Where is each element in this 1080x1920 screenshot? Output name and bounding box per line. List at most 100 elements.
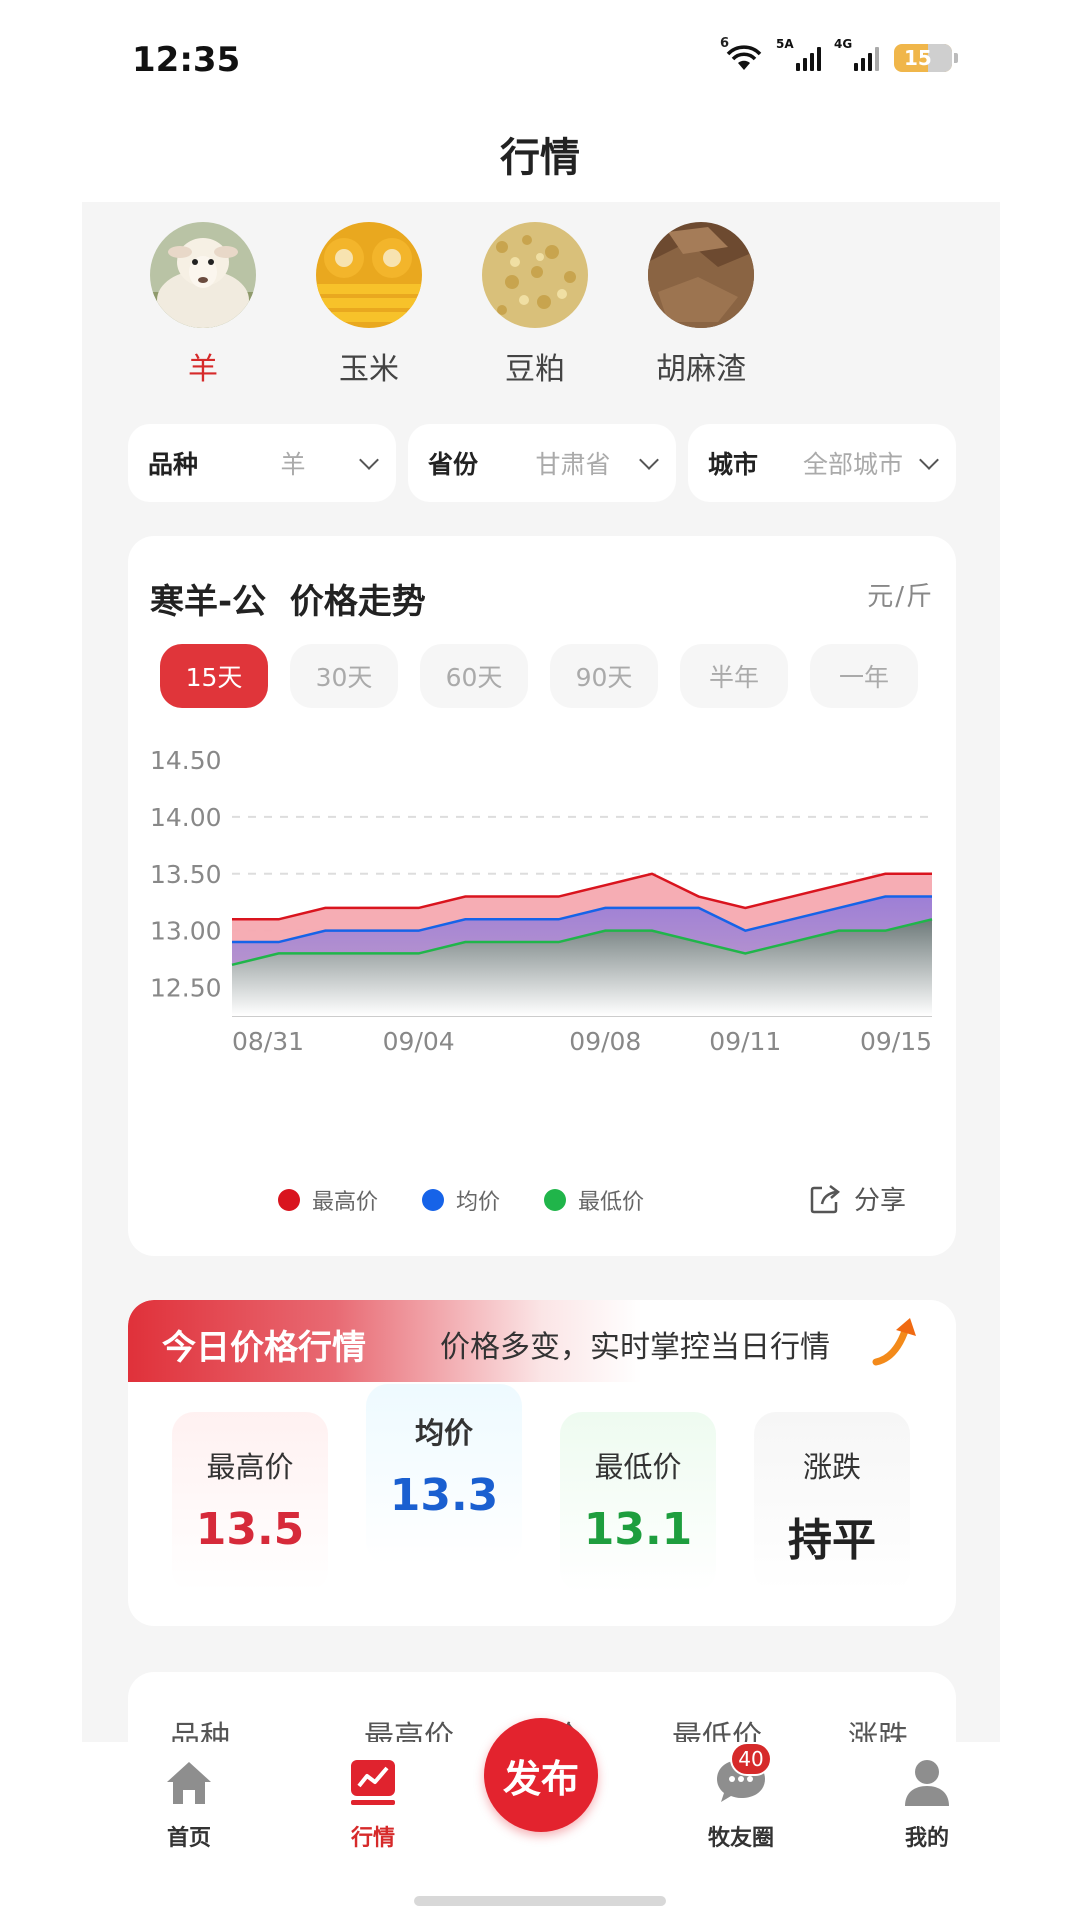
chevron-down-icon (919, 450, 939, 470)
sim1-label: 5A (776, 37, 794, 51)
category-flax-cake[interactable]: 胡麻渣 (648, 222, 754, 388)
person-icon (905, 1760, 949, 1806)
trend-up-arrow-icon (872, 1318, 916, 1366)
legend-item-low: 最低价 (544, 1184, 644, 1216)
category-row: 羊 玉米 豆粕 胡麻渣 (150, 222, 754, 388)
soybean-meal-photo (482, 222, 588, 328)
range-tabs: 15天 30天 60天 90天 半年 一年 (160, 644, 918, 708)
stat-high: 最高价 13.5 (172, 1412, 328, 1592)
filter-bar: 品种 羊 省份 甘肃省 城市 全部城市 (128, 424, 956, 502)
range-tab-30d[interactable]: 30天 (290, 644, 398, 708)
market-chart-icon (351, 1760, 395, 1805)
stat-label: 最高价 (206, 1450, 294, 1484)
filter-key: 城市 (708, 450, 759, 479)
filter-city-dropdown[interactable]: 城市 全部城市 (688, 424, 956, 502)
legend-dot (422, 1189, 445, 1211)
filter-province-dropdown[interactable]: 省份 甘肃省 (408, 424, 676, 502)
legend-item-avg: 均价 (422, 1184, 500, 1216)
stat-value: 13.5 (195, 1504, 305, 1555)
x-tick-label: 09/15 (860, 1027, 932, 1056)
corn-photo (316, 222, 422, 328)
range-tab-half-year[interactable]: 半年 (680, 644, 788, 708)
range-tab-60d[interactable]: 60天 (420, 644, 528, 708)
price-trend-chart: 14.50 14.00 13.50 13.00 12.50 08/31 09/04 09/08… (150, 746, 933, 1056)
chart-legend: 最高价 均价 最低价 (278, 1184, 644, 1216)
legend-dot (278, 1189, 300, 1211)
category-label: 羊 (188, 352, 218, 387)
filter-key: 省份 (428, 450, 479, 479)
stat-label: 最低价 (594, 1450, 682, 1484)
notification-badge: 40 (730, 1742, 772, 1776)
filter-key: 品种 (148, 450, 199, 479)
category-soybean-meal[interactable]: 豆粕 (482, 222, 588, 388)
legend-label: 最低价 (578, 1190, 645, 1215)
category-sheep[interactable]: 羊 (150, 222, 256, 388)
wifi-label: 6 (720, 36, 730, 51)
stat-value: 13.1 (583, 1504, 693, 1555)
range-tab-90d[interactable]: 90天 (550, 644, 658, 708)
stat-value: 持平 (788, 1515, 876, 1566)
chevron-down-icon (639, 450, 659, 470)
y-tick-label: 12.50 (150, 974, 222, 1003)
filter-variety-dropdown[interactable]: 品种 羊 (128, 424, 396, 502)
today-subtitle: 价格多变，实时掌控当日行情 (440, 1330, 830, 1365)
share-label: 分享 (853, 1186, 906, 1216)
legend-label: 均价 (456, 1190, 501, 1215)
wifi-icon: 6 (720, 36, 764, 72)
category-label: 豆粕 (505, 352, 565, 387)
battery-icon: 15 (894, 44, 958, 72)
range-tab-one-year[interactable]: 一年 (810, 644, 918, 708)
x-tick-label: 09/04 (383, 1027, 455, 1056)
home-icon (167, 1762, 211, 1804)
stat-label: 均价 (414, 1416, 473, 1450)
category-label: 胡麻渣 (656, 352, 746, 387)
today-price-card: 今日价格行情 价格多变，实时掌控当日行情 最高价 13.5 均价 13.3 最低… (128, 1300, 956, 1626)
x-tick-label: 08/31 (232, 1027, 304, 1056)
page-title: 行情 (500, 135, 580, 181)
signal-5a-icon: 5A (776, 37, 822, 71)
legend-item-high: 最高价 (278, 1184, 378, 1216)
tab-label: 牧友圈 (707, 1826, 774, 1851)
publish-button[interactable]: 发布 (484, 1718, 598, 1832)
category-corn[interactable]: 玉米 (316, 222, 422, 388)
stat-label: 涨跌 (802, 1450, 861, 1484)
y-tick-label: 14.50 (150, 746, 222, 775)
legend-dot (544, 1189, 567, 1211)
x-tick-label: 09/08 (569, 1027, 641, 1056)
filter-value: 羊 (280, 450, 306, 479)
tab-market[interactable]: 行情 (308, 1756, 438, 1852)
tab-label: 首页 (166, 1826, 211, 1851)
chevron-down-icon (359, 450, 379, 470)
flax-cake-photo (648, 222, 754, 328)
y-tick-label: 14.00 (150, 803, 222, 832)
sheep-photo (150, 222, 256, 328)
share-icon (810, 1184, 840, 1213)
tab-mine[interactable]: 我的 (862, 1756, 992, 1852)
chart-title: 寒羊-公 价格走势 (150, 582, 426, 622)
chart-unit: 元/斤 (867, 582, 934, 612)
range-tab-15d[interactable]: 15天 (160, 644, 268, 708)
status-bar: 12:35 6 5A 4G 15 (0, 0, 1080, 120)
y-tick-label: 13.00 (150, 917, 222, 946)
filter-value: 全部城市 (802, 450, 903, 479)
battery-level: 15 (904, 46, 932, 70)
stat-avg: 均价 13.3 (366, 1384, 522, 1564)
tab-home[interactable]: 首页 (124, 1756, 254, 1852)
sim2-label: 4G (834, 37, 853, 51)
share-button[interactable]: 分享 (808, 1180, 906, 1217)
stat-change: 涨跌 持平 (754, 1412, 910, 1592)
legend-label: 最高价 (312, 1190, 379, 1215)
signal-4g-icon: 4G (834, 37, 880, 71)
category-label: 玉米 (339, 352, 399, 387)
today-title: 今日价格行情 (162, 1328, 366, 1368)
tab-label: 行情 (350, 1826, 395, 1851)
home-indicator[interactable] (414, 1896, 666, 1906)
y-tick-label: 13.50 (150, 860, 222, 889)
stat-value: 13.3 (389, 1470, 499, 1521)
price-trend-card: 寒羊-公 价格走势 元/斤 15天 30天 60天 90天 半年 一年 14.5… (128, 536, 956, 1256)
x-tick-label: 09/11 (709, 1027, 781, 1056)
status-icons: 6 5A 4G 15 (720, 36, 958, 72)
filter-value: 甘肃省 (535, 450, 611, 479)
tab-label: 我的 (904, 1826, 949, 1851)
status-time: 12:35 (132, 40, 241, 80)
